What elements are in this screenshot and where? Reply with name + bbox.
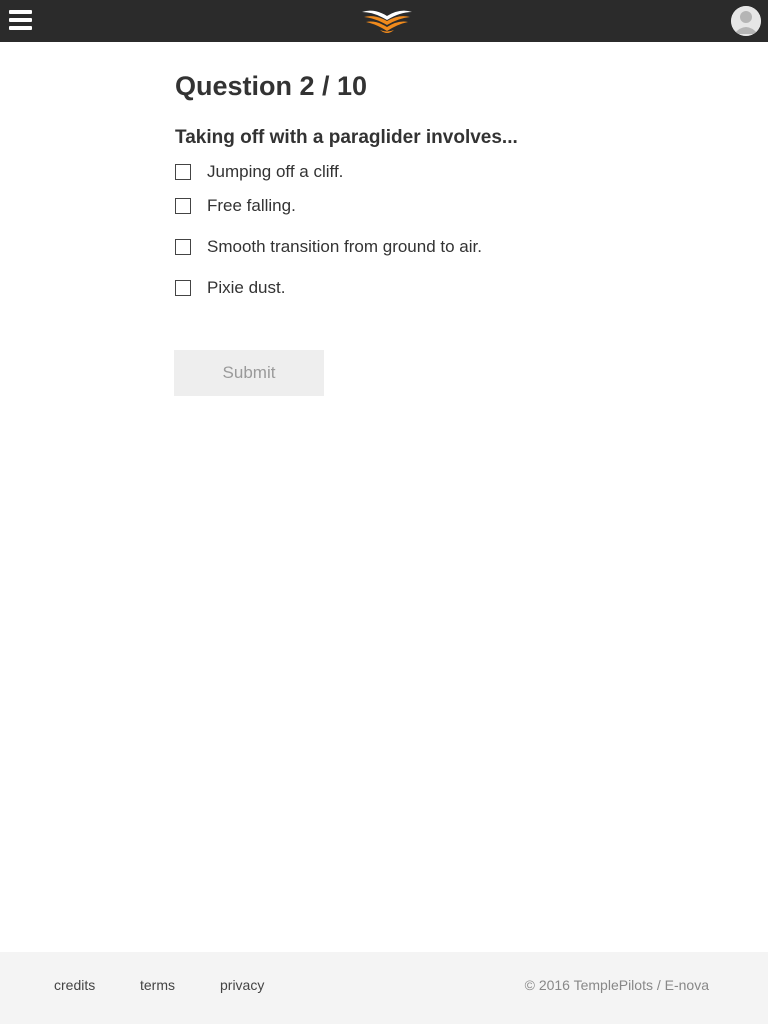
footer-link-terms[interactable]: terms [140, 977, 175, 993]
wings-logo-icon[interactable] [360, 6, 414, 36]
answer-option-4[interactable]: Pixie dust. [175, 278, 285, 298]
copyright-notice: © 2016 TemplePilots / E-nova [524, 977, 709, 993]
answer-option-3[interactable]: Smooth transition from ground to air. [175, 237, 482, 257]
answer-checkbox-1[interactable] [175, 164, 191, 180]
footer-link-privacy[interactable]: privacy [220, 977, 264, 993]
footer-link-credits[interactable]: credits [54, 977, 95, 993]
submit-button[interactable]: Submit [174, 350, 324, 396]
answer-checkbox-4[interactable] [175, 280, 191, 296]
answer-checkbox-3[interactable] [175, 239, 191, 255]
question-prompt: Taking off with a paraglider involves... [175, 127, 518, 148]
answer-label-4: Pixie dust. [207, 278, 286, 297]
answer-options: Jumping off a cliff. Free falling. Smoot… [175, 150, 675, 300]
answer-option-1[interactable]: Jumping off a cliff. [175, 162, 343, 182]
hamburger-menu-icon[interactable] [9, 10, 32, 31]
question-counter-title: Question 2 / 10 [175, 71, 368, 101]
answer-checkbox-2[interactable] [175, 198, 191, 214]
answer-label-2: Free falling. [207, 196, 296, 215]
answer-option-2[interactable]: Free falling. [175, 196, 296, 216]
top-navigation-bar [0, 0, 768, 42]
page-footer: credits terms privacy © 2016 TemplePilot… [0, 952, 768, 1024]
quiz-panel: Question 2 / 10 Taking off with a paragl… [175, 70, 675, 300]
answer-label-3: Smooth transition from ground to air. [207, 237, 482, 256]
answer-label-1: Jumping off a cliff. [207, 162, 344, 181]
user-avatar-icon[interactable] [731, 6, 761, 36]
